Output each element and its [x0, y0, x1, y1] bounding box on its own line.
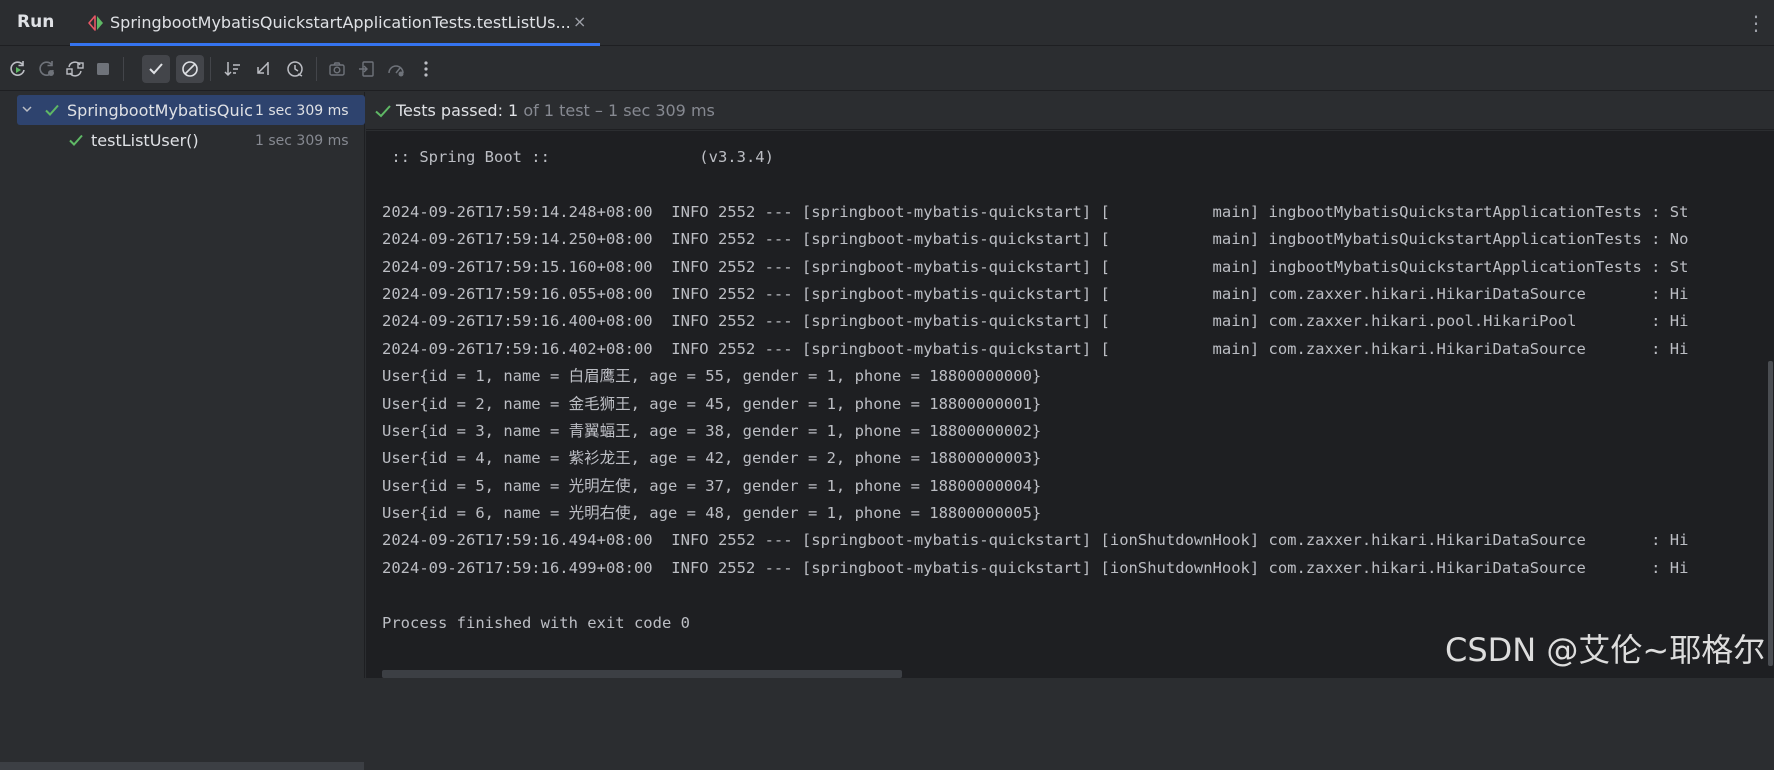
console-output[interactable]: :: Spring Boot :: (v3.3.4)2024-09-26T17:… — [366, 131, 1774, 678]
test-passed-icon — [375, 105, 391, 118]
tree-item-label: testListUser() — [91, 131, 199, 150]
horizontal-scrollbar[interactable] — [382, 670, 902, 678]
console-line: 2024-09-26T17:59:16.494+08:00 INFO 2552 … — [382, 531, 1689, 550]
console-line: :: Spring Boot :: (v3.3.4) — [382, 148, 774, 166]
coverage-button[interactable] — [382, 55, 410, 83]
tree-item-test-method[interactable]: testListUser() 1 sec 309 ms — [0, 125, 365, 155]
console-line: User{id = 5, name = 光明左使, age = 37, gend… — [382, 476, 1042, 495]
toolbar-separator — [210, 57, 211, 81]
rerun-button[interactable] — [4, 55, 32, 83]
run-toolbar — [0, 47, 1774, 91]
test-history-button[interactable] — [281, 55, 309, 83]
console-line: 2024-09-26T17:59:16.055+08:00 INFO 2552 … — [382, 284, 1689, 303]
coverage-icon — [388, 65, 404, 77]
console-line: 2024-09-26T17:59:16.499+08:00 INFO 2552 … — [382, 558, 1689, 577]
show-passed-icon — [149, 63, 163, 75]
toolbar-separator — [123, 57, 124, 81]
chevron-down-icon[interactable] — [20, 102, 34, 116]
console-line: User{id = 6, name = 光明右使, age = 48, gend… — [382, 504, 1042, 523]
test-passed-icon — [69, 134, 83, 146]
console-line: 2024-09-26T17:59:14.250+08:00 INFO 2552 … — [382, 230, 1689, 249]
more-options-icon[interactable]: ⋮ — [1746, 11, 1766, 35]
toggle-auto-test-icon — [66, 61, 84, 77]
console-line: User{id = 3, name = 青翼蝠王, age = 38, gend… — [382, 421, 1042, 440]
test-tree-panel: SpringbootMybatisQuickstartApplicationTe… — [0, 92, 365, 770]
toolbar-separator — [316, 57, 317, 81]
more-icon — [424, 61, 428, 77]
tree-item-test-class[interactable]: SpringbootMybatisQuickstartApplicationTe… — [0, 95, 365, 125]
rerun-failed-button[interactable] — [33, 55, 61, 83]
test-status-bar: Tests passed: 1 of 1 test – 1 sec 309 ms — [366, 92, 1774, 130]
passed-count: 1 — [508, 101, 519, 120]
console-line: 2024-09-26T17:59:16.402+08:00 INFO 2552 … — [382, 339, 1689, 358]
console-line: User{id = 2, name = 金毛狮王, age = 45, gend… — [382, 394, 1042, 413]
tree-item-label: SpringbootMybatisQuickstartApplicationTe… — [67, 101, 252, 120]
rerun-icon — [10, 61, 25, 76]
tab-title: SpringbootMybatisQuickstartApplicationTe… — [110, 13, 571, 32]
passed-label: Tests passed: — [396, 101, 509, 120]
tests-passed-summary: Tests passed: 1 of 1 test – 1 sec 309 ms — [396, 101, 715, 120]
tool-window-header: Run SpringbootMybatisQuickstartApplicati… — [0, 0, 1774, 46]
history-icon — [287, 61, 303, 77]
console-line: User{id = 1, name = 白眉鹰王, age = 55, gend… — [382, 367, 1042, 386]
show-passed-toggle[interactable] — [142, 55, 170, 83]
sort-button[interactable] — [218, 55, 246, 83]
import-tests-button[interactable] — [353, 55, 381, 83]
run-tool-window-title: Run — [17, 12, 55, 32]
horizontal-scrollbar[interactable] — [0, 762, 364, 770]
stop-button[interactable] — [89, 55, 117, 83]
toggle-auto-test-button[interactable] — [61, 55, 89, 83]
console-line: 2024-09-26T17:59:16.400+08:00 INFO 2552 … — [382, 312, 1689, 331]
rerun-failed-icon — [39, 61, 54, 76]
tree-item-duration: 1 sec 309 ms — [255, 133, 349, 149]
import-icon — [359, 61, 374, 77]
console-line: 2024-09-26T17:59:14.248+08:00 INFO 2552 … — [382, 202, 1689, 221]
tab-test-run[interactable]: SpringbootMybatisQuickstartApplicationTe… — [70, 0, 600, 46]
close-icon[interactable]: × — [573, 12, 586, 31]
console-line: 2024-09-26T17:59:15.160+08:00 INFO 2552 … — [382, 257, 1689, 276]
tree-item-duration: 1 sec 309 ms — [255, 103, 349, 119]
collapse-icon — [257, 62, 269, 75]
show-ignored-toggle[interactable] — [176, 55, 204, 83]
console-lines: :: Spring Boot :: (v3.3.4)2024-09-26T17:… — [382, 144, 1688, 637]
show-ignored-icon — [182, 61, 198, 77]
camera-icon — [329, 62, 345, 76]
sort-icon — [224, 62, 240, 77]
test-run-icon — [88, 15, 103, 31]
watermark-text: CSDN @艾伦~耶格尔 — [1445, 631, 1766, 669]
active-tab-indicator — [70, 43, 600, 46]
stop-icon — [97, 63, 109, 75]
collapse-all-button[interactable] — [249, 55, 277, 83]
passed-detail: of 1 test – 1 sec 309 ms — [518, 101, 715, 120]
test-passed-icon — [45, 104, 59, 116]
toolbar-more-button[interactable] — [412, 55, 440, 83]
console-line: User{id = 4, name = 紫衫龙王, age = 42, gend… — [382, 449, 1042, 468]
screenshot-button[interactable] — [323, 55, 351, 83]
vertical-scrollbar[interactable] — [1768, 361, 1773, 666]
